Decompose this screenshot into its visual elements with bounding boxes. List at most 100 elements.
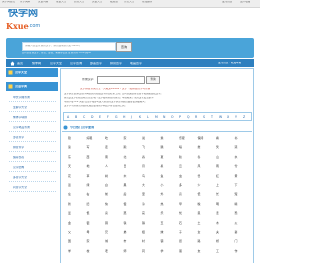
character-link[interactable]: 悲 — [216, 211, 219, 215]
alphabet-letter[interactable]: Y — [235, 115, 237, 119]
character-link[interactable]: 左 — [68, 192, 71, 196]
character-link[interactable]: 花 — [68, 174, 71, 178]
character-link[interactable]: 北 — [124, 155, 127, 159]
character-link[interactable]: 下 — [235, 183, 238, 187]
character-link[interactable]: 少 — [198, 183, 201, 187]
character-link[interactable]: 夏 — [161, 155, 164, 159]
character-link[interactable]: 爱 — [68, 211, 71, 215]
character-link[interactable]: 石 — [179, 221, 182, 225]
alphabet-letter[interactable]: L — [147, 115, 149, 119]
character-link[interactable]: 早 — [179, 202, 182, 206]
character-link[interactable]: 恨 — [87, 211, 90, 215]
character-link[interactable]: 山 — [216, 155, 219, 159]
character-link[interactable]: 铜 — [105, 221, 108, 225]
character-link[interactable]: 热 — [161, 202, 164, 206]
character-link[interactable]: 唱 — [179, 145, 182, 149]
alphabet-letter[interactable]: G — [115, 115, 117, 119]
character-link[interactable]: 雨 — [216, 164, 219, 168]
character-link[interactable]: 吃 — [105, 136, 108, 140]
nav-item[interactable]: 快学网 — [32, 62, 41, 65]
nav-item[interactable]: 部首查字 — [90, 62, 102, 65]
character-link[interactable]: 门 — [235, 239, 238, 243]
character-link[interactable]: 市 — [124, 239, 127, 243]
sidebar-item[interactable]: 汉字结构 — [9, 164, 56, 172]
character-link[interactable]: 国 — [68, 239, 71, 243]
character-link[interactable]: 上 — [216, 183, 219, 187]
character-link[interactable]: 秋 — [179, 155, 182, 159]
character-link[interactable]: 雪 — [235, 164, 238, 168]
character-link[interactable]: 兽 — [198, 174, 201, 178]
alphabet-letter[interactable]: N — [163, 115, 165, 119]
character-link[interactable]: 校 — [87, 249, 90, 253]
character-link[interactable]: 读 — [68, 145, 71, 149]
character-link[interactable]: 人 — [105, 164, 108, 168]
nav-item[interactable]: 笔画查字 — [130, 62, 142, 65]
character-link[interactable]: 西 — [87, 155, 90, 159]
nav-item[interactable]: 拼音查字 — [110, 62, 122, 65]
set-homepage-link[interactable]: 设为首页 — [222, 1, 232, 4]
sidebar-item[interactable]: 部首查字 — [9, 134, 56, 142]
character-link[interactable]: 朋 — [179, 249, 182, 253]
character-link[interactable]: 后 — [124, 192, 127, 196]
character-link[interactable]: 哀 — [142, 211, 145, 215]
character-link[interactable]: 右 — [87, 192, 90, 196]
nav-item[interactable]: 汉字查询 — [70, 62, 82, 65]
character-link[interactable]: 锦 — [68, 136, 71, 140]
top-link[interactable]: 古诗大全 — [74, 1, 84, 4]
nav-item[interactable]: 汉字大全 — [50, 62, 62, 65]
character-link[interactable]: 喜 — [105, 211, 108, 215]
sidebar-item[interactable]: 汉字笔画查询 — [9, 124, 56, 132]
character-link[interactable]: 金 — [68, 221, 71, 225]
character-link[interactable]: 鱼 — [161, 174, 164, 178]
alphabet-letter[interactable]: X — [227, 115, 229, 119]
character-link[interactable]: 弟 — [124, 230, 127, 234]
character-link[interactable]: 说 — [142, 136, 145, 140]
character-link[interactable]: 冷 — [142, 202, 145, 206]
character-link[interactable]: 思 — [198, 211, 201, 215]
character-link[interactable]: 夫 — [216, 230, 219, 234]
character-link[interactable]: 短 — [235, 192, 238, 196]
character-link[interactable]: 妻 — [235, 230, 238, 234]
character-link[interactable]: 里 — [142, 192, 145, 196]
character-link[interactable]: 学 — [68, 249, 71, 253]
character-link[interactable]: 兄 — [105, 230, 108, 234]
character-link[interactable]: 冬 — [198, 155, 201, 159]
sidebar-item[interactable]: 多音字大全 — [9, 174, 56, 182]
character-link[interactable]: 星 — [161, 164, 164, 168]
character-link[interactable]: 火 — [235, 221, 238, 225]
character-link[interactable]: 师 — [124, 249, 127, 253]
character-link[interactable]: 锡 — [142, 221, 145, 225]
top-link[interactable]: 英语大全 — [92, 1, 102, 4]
character-link[interactable]: 外 — [161, 192, 164, 196]
character-link[interactable]: 云 — [179, 164, 182, 168]
character-link[interactable]: 跑 — [124, 145, 127, 149]
search-input[interactable]: 请输入您要查询的汉字、拼音或笔画 (如:hanzi) — [22, 42, 116, 51]
character-link[interactable]: 笑 — [216, 145, 219, 149]
character-link[interactable]: 旧 — [87, 202, 90, 206]
character-link[interactable]: 高 — [179, 192, 182, 196]
bookmark-link[interactable]: 加入收藏 — [240, 1, 250, 4]
top-link[interactable]: 在线翻译 — [142, 1, 152, 4]
character-link[interactable]: 木 — [216, 221, 219, 225]
character-link[interactable]: 风 — [198, 164, 201, 168]
lookup-button[interactable]: 查询 — [146, 76, 160, 84]
character-link[interactable]: 写 — [87, 145, 90, 149]
character-link[interactable]: 春 — [142, 155, 145, 159]
character-link[interactable]: 学 — [161, 249, 164, 253]
character-link[interactable]: 母 — [87, 230, 90, 234]
alphabet-letter[interactable]: K — [139, 115, 141, 119]
character-link[interactable]: 低 — [198, 192, 201, 196]
alphabet-letter[interactable]: R — [195, 115, 197, 119]
alphabet-letter[interactable]: Q — [187, 115, 190, 119]
character-link[interactable]: 父 — [68, 230, 71, 234]
character-link[interactable]: 看 — [216, 136, 219, 140]
character-link[interactable]: 姐 — [142, 230, 145, 234]
alphabet-letter[interactable]: J — [131, 115, 132, 119]
character-link[interactable]: 街 — [179, 239, 182, 243]
alphabet-letter[interactable]: A — [67, 115, 69, 119]
character-link[interactable]: 恐 — [235, 211, 238, 215]
character-link[interactable]: 子 — [179, 230, 182, 234]
character-link[interactable]: 树 — [105, 174, 108, 178]
character-link[interactable]: 妹 — [161, 230, 164, 234]
alphabet-letter[interactable]: O — [171, 115, 174, 119]
